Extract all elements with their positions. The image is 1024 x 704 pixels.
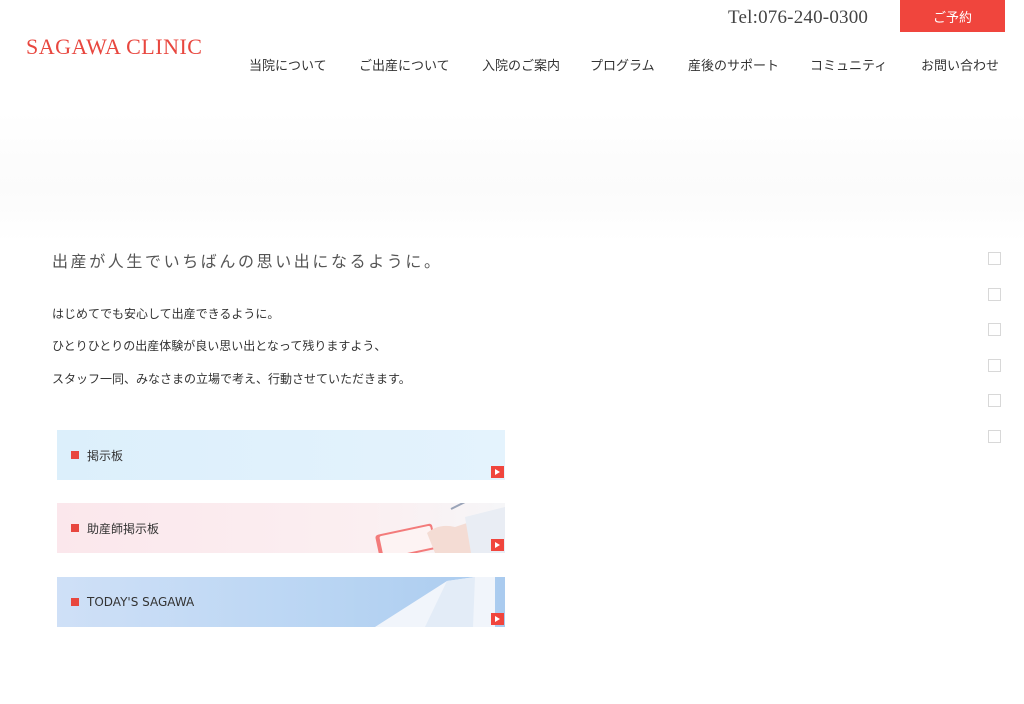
- play-arrow-icon: [491, 466, 504, 478]
- play-arrow-icon: [491, 539, 504, 551]
- nav-item-contact[interactable]: お問い合わせ: [921, 55, 999, 74]
- building-illustration: [375, 577, 495, 627]
- reservation-button[interactable]: ご予約: [900, 0, 1005, 32]
- square-dot-icon[interactable]: [988, 252, 1001, 265]
- midwife-board-banner[interactable]: 助産師掲示板: [57, 503, 505, 553]
- intro-line-3: スタッフ一同、みなさまの立場で考え、行動させていただきます。: [52, 372, 411, 386]
- square-dot-icon[interactable]: [988, 430, 1001, 443]
- nav-item-childbirth[interactable]: ご出産について: [359, 55, 450, 74]
- square-dot-icon[interactable]: [988, 323, 1001, 336]
- banner-label: 助産師掲示板: [87, 521, 160, 536]
- todays-sagawa-banner[interactable]: TODAY'S SAGAWA: [57, 577, 505, 627]
- square-dot-icon[interactable]: [988, 359, 1001, 372]
- square-dot-icon[interactable]: [988, 288, 1001, 301]
- main-nav: 当院について ご出産について 入院のご案内 プログラム 産後のサポート コミュニ…: [0, 55, 1024, 75]
- nav-item-admission[interactable]: 入院のご案内: [482, 55, 560, 74]
- phone-number: Tel:076-240-0300: [728, 7, 869, 28]
- banner-label: TODAY'S SAGAWA: [87, 595, 195, 609]
- nav-item-postpartum-support[interactable]: 産後のサポート: [688, 55, 779, 74]
- bulletin-board-banner[interactable]: 掲示板: [57, 430, 505, 480]
- intro-line-2: ひとりひとりの出産体験が良い思い出となって残りますよう、: [52, 339, 387, 353]
- nav-item-about[interactable]: 当院について: [249, 55, 327, 74]
- clipboard-illustration: [375, 503, 505, 553]
- intro-line-1: はじめてでも安心して出産できるように。: [52, 307, 280, 321]
- page-headline: 出産が人生でいちばんの思い出になるように。: [52, 252, 443, 271]
- square-bullet-icon: [71, 451, 79, 459]
- hero-image: [0, 112, 1024, 242]
- nav-item-program[interactable]: プログラム: [590, 55, 655, 74]
- square-bullet-icon: [71, 524, 79, 532]
- nav-item-community[interactable]: コミュニティ: [810, 55, 887, 74]
- square-dot-icon[interactable]: [988, 394, 1001, 407]
- play-arrow-icon: [491, 613, 504, 625]
- banner-label: 掲示板: [87, 448, 124, 463]
- square-bullet-icon: [71, 598, 79, 606]
